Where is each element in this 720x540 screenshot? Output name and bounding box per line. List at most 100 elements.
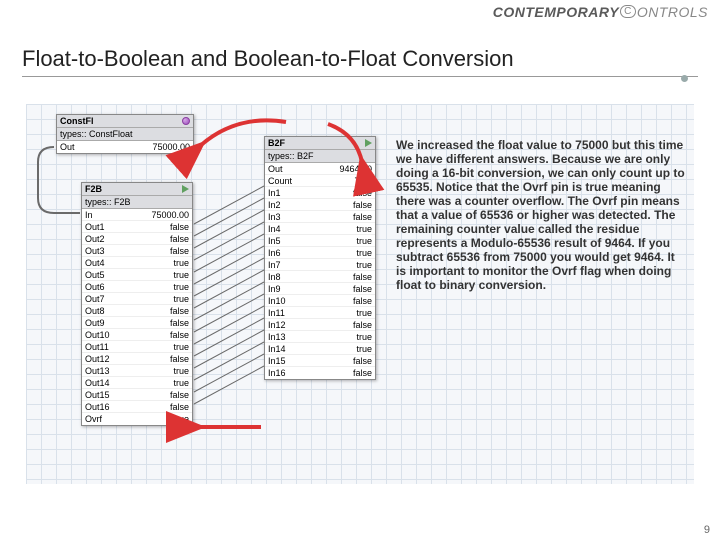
- pin-label: In9: [268, 283, 281, 294]
- brand-logo: CONTEMPORARYCONTROLS: [493, 4, 708, 21]
- pin-value: true: [173, 293, 189, 304]
- pin-value: true: [356, 259, 372, 270]
- pin-label: In12: [268, 319, 286, 330]
- pin-label: Ovrf: [85, 413, 102, 425]
- pin-row: Count7.00: [265, 175, 375, 187]
- pin-label: Out16: [85, 401, 110, 412]
- pin-label: Out: [268, 163, 283, 174]
- pin-label: Out2: [85, 233, 105, 244]
- pin-label: In4: [268, 223, 281, 234]
- title-bullet-dot: [681, 75, 688, 82]
- pin-value: true: [356, 247, 372, 258]
- pin-value: 75000.00: [152, 141, 190, 153]
- diagram-grid: ConstFl types:: ConstFloat Out75000.00 F…: [26, 104, 694, 484]
- pin-label: Out10: [85, 329, 110, 340]
- pin-row: Out6 true: [82, 281, 192, 293]
- pin-row: In6 true: [265, 247, 375, 259]
- pin-row: In9 false: [265, 283, 375, 295]
- pin-label: In2: [268, 199, 281, 210]
- pin-row: In12 false: [265, 319, 375, 331]
- block-f2b-type: types:: F2B: [82, 196, 192, 209]
- pin-row: Out9false: [82, 317, 192, 329]
- pin-row: Out12false: [82, 353, 192, 365]
- pin-label: In7: [268, 259, 281, 270]
- pin-value: false: [353, 283, 372, 294]
- pin-row: Out11 true: [82, 341, 192, 353]
- pin-value: false: [353, 211, 372, 222]
- pin-row: In5true: [265, 235, 375, 247]
- pin-row: In2 false: [265, 199, 375, 211]
- pin-value: true: [356, 235, 372, 246]
- pin-row: In10 false: [265, 295, 375, 307]
- logo-badge: C: [620, 5, 636, 18]
- pin-row: Out 9464.00: [265, 163, 375, 175]
- pin-value: true: [173, 257, 189, 268]
- pin-label: In10: [268, 295, 286, 306]
- pin-row: Out10 false: [82, 329, 192, 341]
- pin-value: true: [173, 341, 189, 352]
- pin-label: Out: [60, 141, 75, 153]
- block-constfl: ConstFl types:: ConstFloat Out75000.00: [56, 114, 194, 154]
- pin-label: In16: [268, 367, 286, 379]
- run-icon: [365, 139, 372, 147]
- pin-value: false: [353, 319, 372, 330]
- pin-label: Out7: [85, 293, 105, 304]
- pin-label: Out15: [85, 389, 110, 400]
- pin-row: In8false: [265, 271, 375, 283]
- pin-row: In13 true: [265, 331, 375, 343]
- pin-value: false: [170, 317, 189, 328]
- pin-label: In11: [268, 307, 285, 318]
- block-b2f-name: B2F: [268, 138, 285, 148]
- pin-label: Out4: [85, 257, 105, 268]
- pin-label: Out12: [85, 353, 110, 364]
- pin-value: true: [356, 343, 372, 354]
- pin-row: Out3false: [82, 245, 192, 257]
- pin-row: Out8false: [82, 305, 192, 317]
- block-constfl-name: ConstFl: [60, 116, 94, 126]
- pin-label: Out1: [85, 221, 105, 232]
- pin-row: Out2 false: [82, 233, 192, 245]
- pin-value: false: [170, 305, 189, 316]
- pin-value: false: [353, 199, 372, 210]
- pin-value: false: [170, 221, 189, 232]
- pin-label: Out3: [85, 245, 105, 256]
- pin-value: 75000.00: [151, 209, 189, 220]
- pin-label: In3: [268, 211, 281, 222]
- pin-row: Out13true: [82, 365, 192, 377]
- pin-value: 9464.00: [339, 163, 372, 174]
- pin-label: Out13: [85, 365, 110, 376]
- pin-label: Out14: [85, 377, 110, 388]
- pin-label: In14: [268, 343, 286, 354]
- pin-label: Count: [268, 175, 292, 186]
- pin-row: Out14 true: [82, 377, 192, 389]
- pin-row: Out 75000.00: [57, 141, 193, 153]
- pin-value: false: [170, 329, 189, 340]
- logo-word2: ONTROLS: [637, 4, 708, 20]
- slide-number: 9: [704, 524, 710, 536]
- pin-label: Out5: [85, 269, 105, 280]
- logo-word1: CONTEMPORARY: [493, 4, 619, 20]
- block-f2b-name: F2B: [85, 184, 102, 194]
- pin-value: true: [173, 377, 189, 388]
- pin-row: In7 true: [265, 259, 375, 271]
- pin-value: false: [353, 355, 372, 366]
- pin-value: false: [170, 389, 189, 400]
- pin-value: false: [353, 295, 372, 306]
- pin-value: false: [353, 187, 372, 198]
- pin-value: true: [173, 281, 189, 292]
- pin-row: Out4 true: [82, 257, 192, 269]
- pin-value: true: [173, 413, 189, 425]
- selected-indicator-icon: [182, 117, 190, 125]
- pin-value: true: [356, 331, 372, 342]
- pin-value: false: [170, 401, 189, 412]
- pin-label: In13: [268, 331, 286, 342]
- pin-label: Out6: [85, 281, 105, 292]
- pin-row: Out1 false: [82, 221, 192, 233]
- pin-row: In11true: [265, 307, 375, 319]
- pin-value: false: [170, 233, 189, 244]
- explanation-paragraph: We increased the float value to 75000 bu…: [396, 138, 688, 292]
- pin-label: In6: [268, 247, 281, 258]
- pin-label: Out11: [85, 341, 109, 352]
- block-b2f-type: types:: B2F: [265, 150, 375, 163]
- pin-row: In14 true: [265, 343, 375, 355]
